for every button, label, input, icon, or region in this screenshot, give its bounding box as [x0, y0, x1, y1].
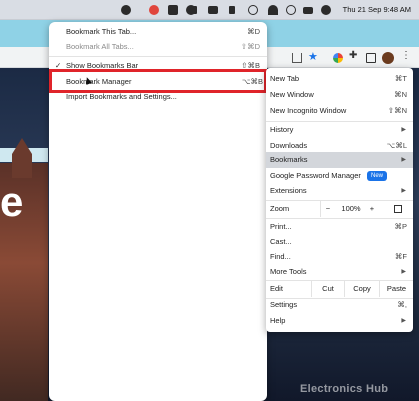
menu-item-new-window[interactable]: New Window ⌘N	[266, 87, 413, 103]
chevron-right-icon: ▶	[401, 318, 406, 324]
background-tower-image	[12, 138, 32, 178]
menu-item-history[interactable]: History ▶	[266, 122, 413, 138]
control-center-icon[interactable]	[303, 7, 313, 14]
status-app-icon[interactable]	[121, 5, 131, 15]
menubar-clock[interactable]: Thu 21 Sep 9:48 AM	[343, 5, 411, 14]
chevron-right-icon: ▶	[401, 188, 406, 194]
menu-item-bookmark-manager[interactable]: Bookmark Manager ⌥⌘B	[49, 74, 267, 89]
menu-item-bookmark-all-tabs: Bookmark All Tabs... ⇧⌘D	[66, 42, 260, 51]
zoom-in-button[interactable]: +	[365, 202, 379, 216]
cloud-icon[interactable]	[168, 5, 178, 15]
chrome-main-menu: New Tab ⌘T New Window ⌘N New Incognito W…	[266, 68, 413, 332]
recording-icon[interactable]	[149, 5, 159, 15]
more-menu-icon[interactable]: ⋮	[401, 50, 411, 61]
cut-button[interactable]: Cut	[311, 281, 344, 297]
wifi-icon[interactable]	[268, 5, 278, 15]
menu-item-help[interactable]: Help ▶	[266, 313, 413, 329]
chevron-right-icon: ▶	[401, 269, 406, 275]
menu-row-zoom: Zoom − 100% +	[266, 201, 413, 217]
profile-avatar[interactable]	[382, 52, 394, 64]
new-badge: New	[367, 171, 388, 181]
chevron-right-icon: ▶	[401, 157, 406, 163]
menu-row-edit: Edit Cut Copy Paste	[266, 281, 413, 297]
bookmark-star-icon[interactable]: ★	[308, 50, 318, 63]
menu-item-settings[interactable]: Settings ⌘,	[266, 297, 413, 313]
menu-item-password-manager[interactable]: Google Password Manager New	[266, 168, 413, 184]
side-panel-icon[interactable]	[366, 53, 376, 63]
spotlight-icon[interactable]	[286, 5, 296, 15]
menu-item-find[interactable]: Find... ⌘F	[266, 249, 413, 265]
menu-item-icon[interactable]	[191, 6, 197, 14]
menu-item-print[interactable]: Print... ⌘P	[266, 219, 413, 235]
paste-button[interactable]: Paste	[379, 281, 413, 297]
chevron-right-icon: ▶	[401, 127, 406, 133]
siri-icon[interactable]	[321, 5, 331, 15]
menu-item-new-tab[interactable]: New Tab ⌘T	[266, 71, 413, 87]
clock-icon[interactable]	[248, 5, 258, 15]
extension-color-icon[interactable]	[333, 53, 343, 63]
copy-button[interactable]: Copy	[344, 281, 379, 297]
menu-item-bookmarks[interactable]: Bookmarks ▶	[266, 152, 413, 168]
menu-item-new-incognito-window[interactable]: New Incognito Window ⇧⌘N	[266, 103, 413, 119]
highlight-box: Bookmark Manager ⌥⌘B	[49, 69, 267, 93]
watermark: Electronics Hub	[300, 383, 389, 395]
zoom-level: 100%	[341, 204, 361, 213]
menu-item-more-tools[interactable]: More Tools ▶	[266, 264, 413, 280]
share-icon[interactable]	[292, 53, 302, 63]
menu-item-cast[interactable]: Cast...	[266, 234, 413, 250]
volume-icon[interactable]	[208, 6, 218, 14]
page-hero-text: e	[0, 178, 24, 225]
macos-menubar: Thu 21 Sep 9:48 AM	[0, 0, 419, 20]
menu-item-extensions[interactable]: Extensions ▶	[266, 183, 413, 199]
fullscreen-icon[interactable]	[394, 205, 402, 213]
menu-separator	[49, 56, 267, 57]
extensions-puzzle-icon[interactable]: ✚	[349, 50, 359, 61]
zoom-out-button[interactable]: −	[321, 202, 335, 216]
bluetooth-icon[interactable]	[229, 6, 235, 14]
menu-item-bookmark-this-tab[interactable]: Bookmark This Tab... ⌘D	[49, 24, 267, 39]
